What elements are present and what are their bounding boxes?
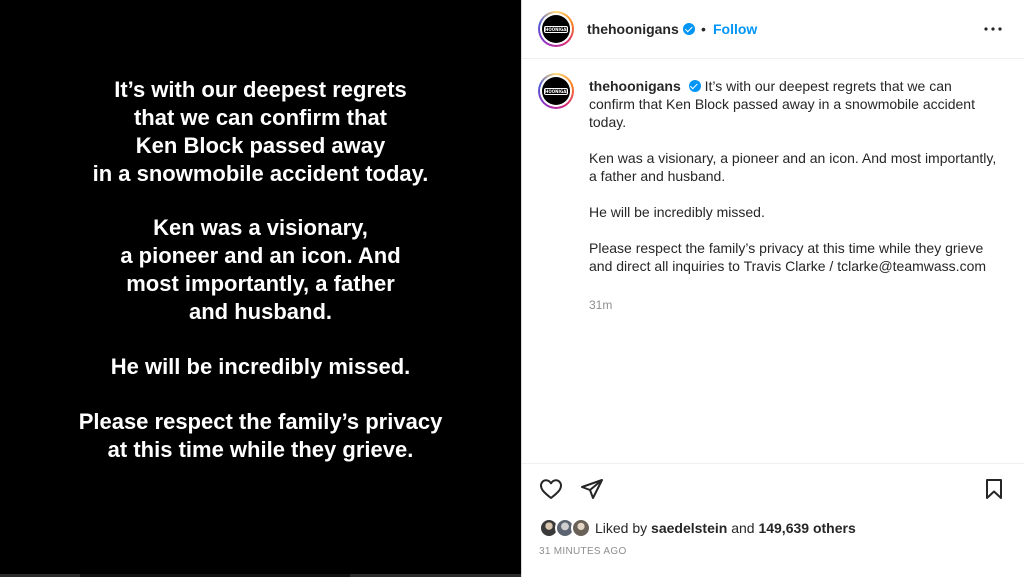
caption-text-4: Please respect the family’s privacy at t… <box>589 240 987 274</box>
verified-badge-icon <box>688 80 701 92</box>
liked-by-text: Liked by saedelstein and 149,639 others <box>595 520 856 536</box>
caption-timestamp[interactable]: 31m <box>589 298 612 312</box>
post-image[interactable]: It’s with our deepest regrets that we ca… <box>0 0 521 577</box>
liker-avatars[interactable] <box>539 518 593 538</box>
post-image-text-4: Please respect the family’s privacy at t… <box>78 409 443 462</box>
post-image-text-1: It’s with our deepest regrets that we ca… <box>92 77 429 186</box>
more-horizontal-icon[interactable] <box>982 20 1004 38</box>
author-avatar[interactable]: HOONIGAN <box>538 11 574 47</box>
post-time-ago[interactable]: 31 MINUTES AGO <box>539 546 627 557</box>
post-caption: thehoonigans It’s with our deepest regre… <box>589 77 999 293</box>
header-separator: • <box>701 21 706 37</box>
post-header: HOONIGAN thehoonigans • Follow <box>522 0 1024 59</box>
hoonigan-logo: HOONIGAN <box>544 87 568 95</box>
hoonigan-logo: HOONIGAN <box>544 25 568 33</box>
post-image-text-3: He will be incredibly missed. <box>110 354 411 379</box>
likes-count-link[interactable]: 149,639 others <box>758 520 855 536</box>
follow-button[interactable]: Follow <box>713 21 757 37</box>
post-side-panel: HOONIGAN thehoonigans • Follow HOONIGAN … <box>521 0 1024 577</box>
actions-divider <box>522 463 1024 464</box>
liked-by-prefix: Liked by <box>595 520 648 536</box>
author-username[interactable]: thehoonigans <box>587 21 679 37</box>
liked-by-row: Liked by saedelstein and 149,639 others <box>539 517 856 539</box>
first-liker-link[interactable]: saedelstein <box>651 520 727 536</box>
post-image-text-2: Ken was a visionary, a pioneer and an ic… <box>120 215 401 324</box>
liked-by-conjunction: and <box>731 520 755 536</box>
verified-badge-icon <box>683 23 695 35</box>
paper-plane-icon[interactable] <box>580 477 604 501</box>
caption-username[interactable]: thehoonigans <box>589 78 681 94</box>
bookmark-icon[interactable] <box>982 477 1006 501</box>
caption-author-avatar[interactable]: HOONIGAN <box>538 73 574 109</box>
caption-text-3: He will be incredibly missed. <box>589 204 765 220</box>
liker-avatar <box>571 518 591 538</box>
caption-text-2: Ken was a visionary, a pioneer and an ic… <box>589 150 997 184</box>
heart-icon[interactable] <box>539 477 563 501</box>
